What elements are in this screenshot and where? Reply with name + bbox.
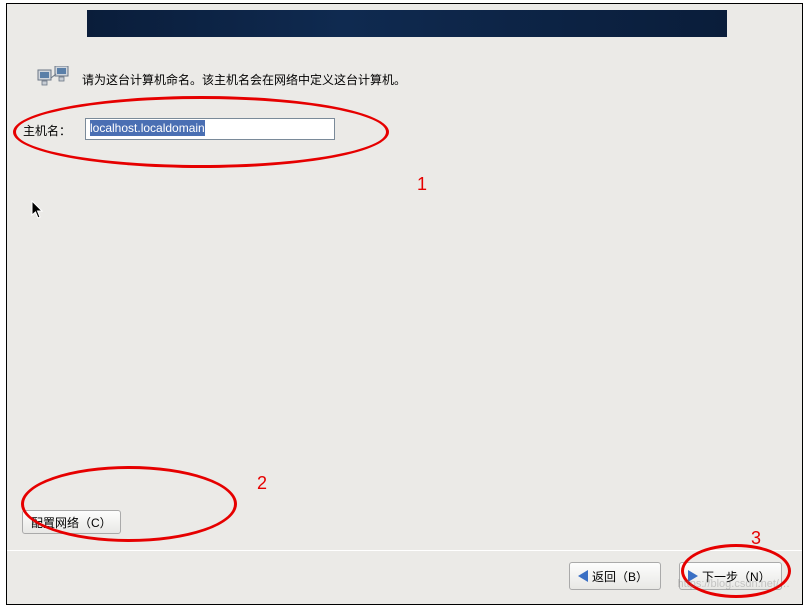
instruction-text: 请为这台计算机命名。该主机名会在网络中定义这台计算机。 <box>82 71 406 88</box>
arrow-left-icon <box>578 570 588 582</box>
next-button[interactable]: 下一步（N） <box>679 562 782 590</box>
annotation-number-2: 2 <box>257 473 267 494</box>
hostname-value: localhost.localdomain <box>90 120 205 136</box>
back-button[interactable]: 返回（B） <box>569 562 661 590</box>
header-banner <box>87 10 727 37</box>
computer-network-icon <box>37 66 73 88</box>
configure-network-button[interactable]: 配置网络（C） <box>22 510 121 534</box>
hostname-input[interactable]: localhost.localdomain <box>85 118 335 140</box>
arrow-right-icon <box>688 570 698 582</box>
separator <box>7 550 802 551</box>
mouse-cursor-icon <box>31 200 45 220</box>
next-button-label: 下一步（N） <box>702 568 771 585</box>
hostname-label: 主机名： <box>23 122 71 139</box>
annotation-number-1: 1 <box>417 174 427 195</box>
back-button-label: 返回（B） <box>592 568 648 585</box>
annotation-number-3: 3 <box>751 528 761 549</box>
installer-window: 请为这台计算机命名。该主机名会在网络中定义这台计算机。 主机名： localho… <box>6 3 803 605</box>
